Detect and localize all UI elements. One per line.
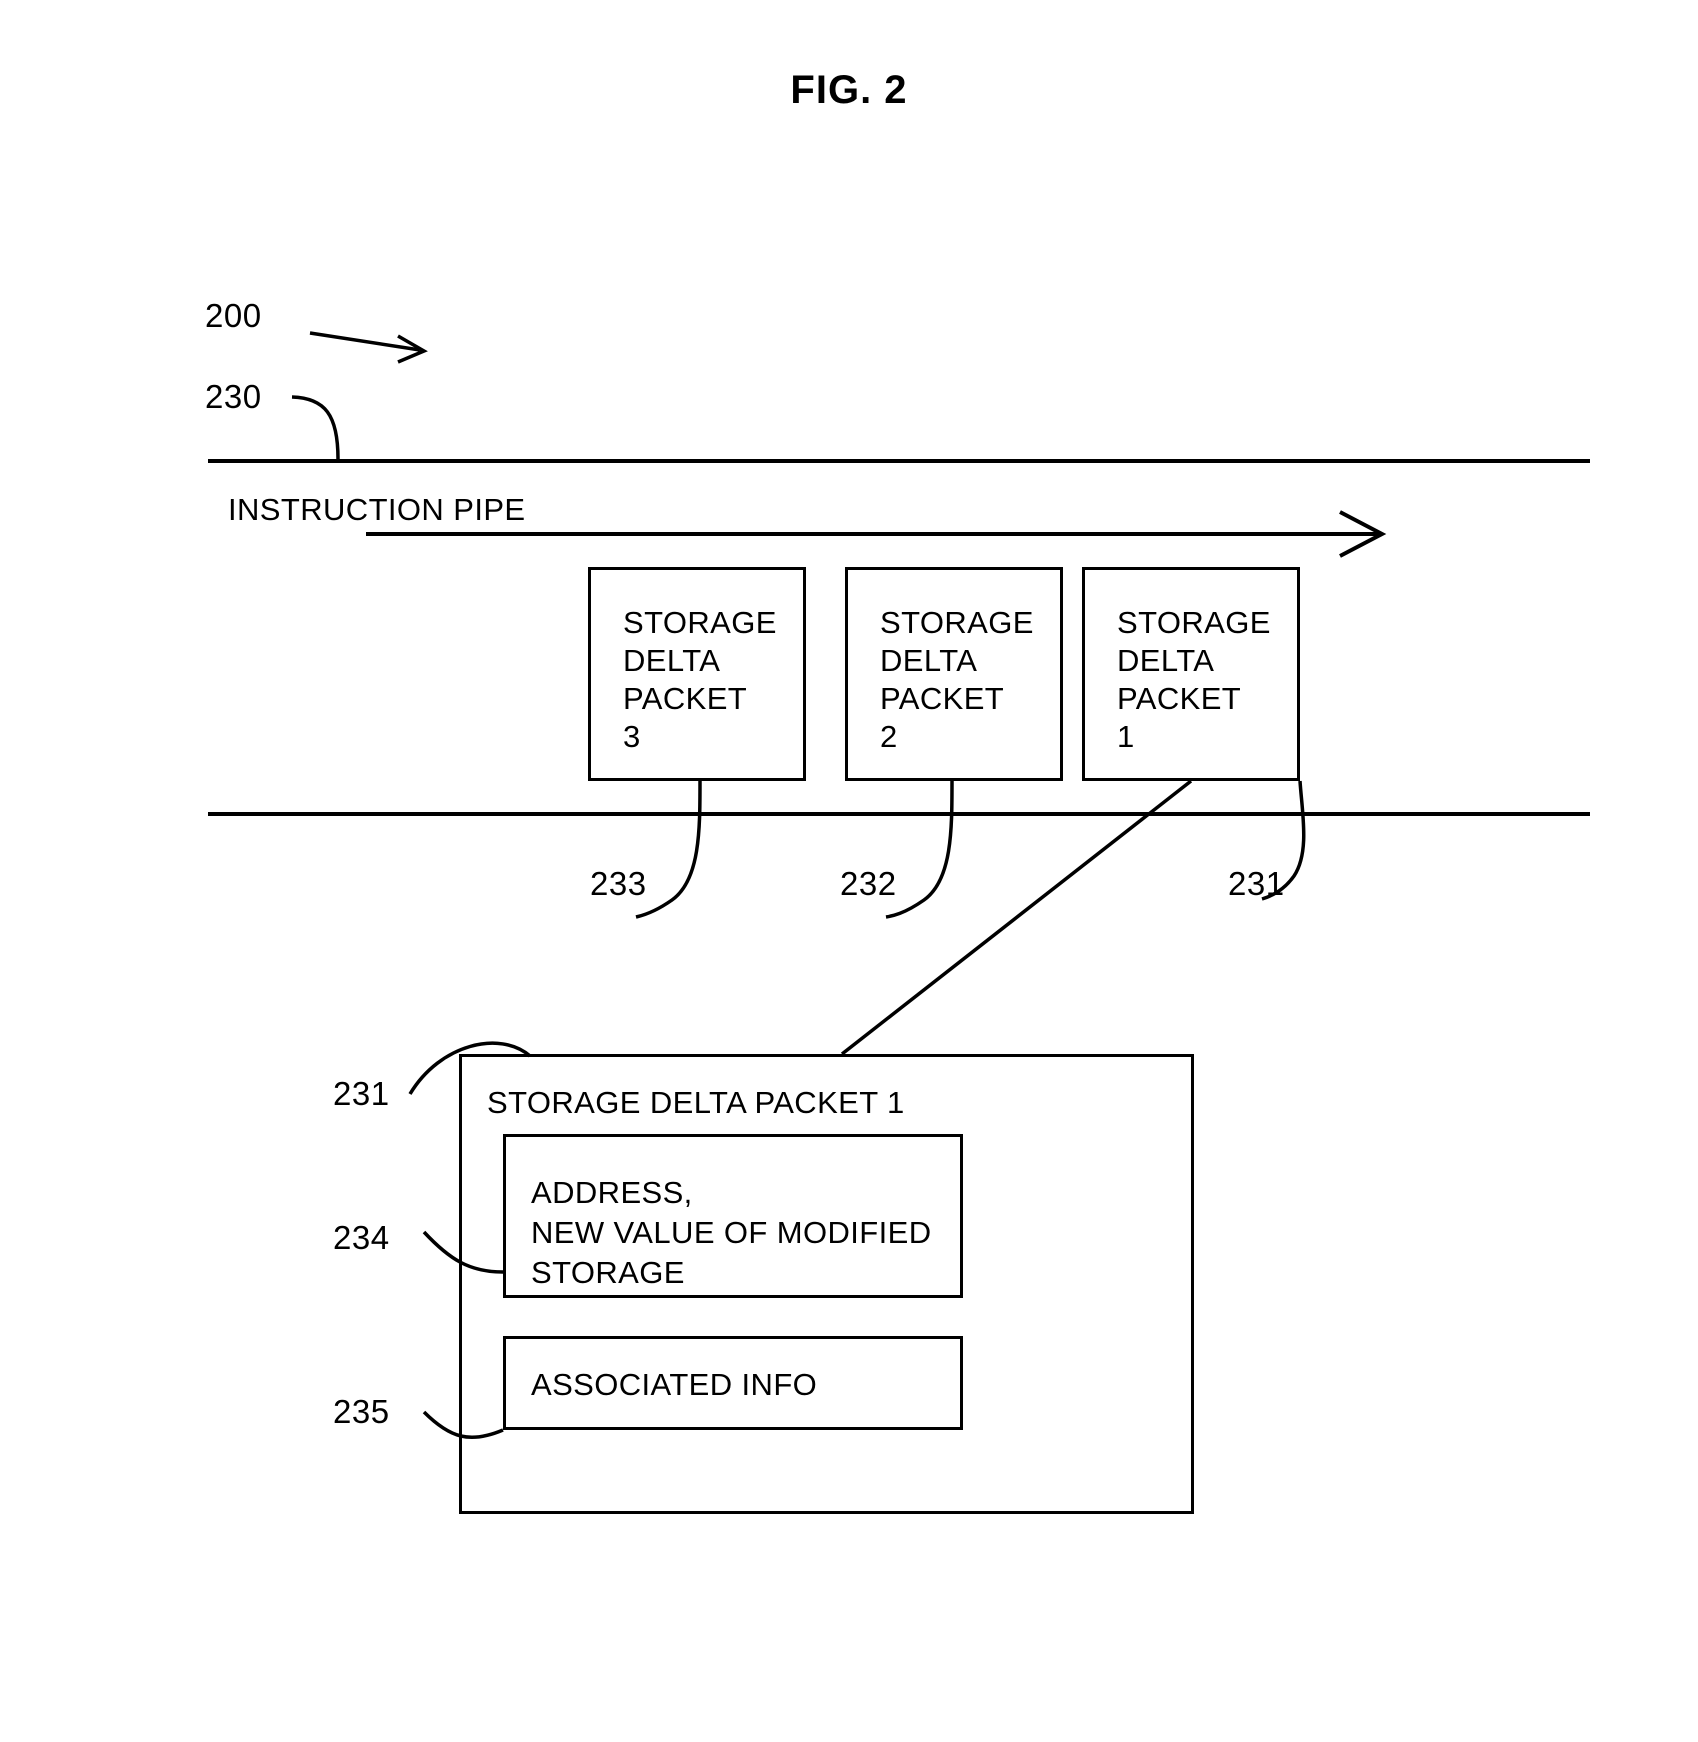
storage-delta-packet-2-box: STORAGE DELTA PACKET 2	[845, 567, 1063, 781]
ref-label-235: 235	[333, 1393, 390, 1430]
storage-delta-packet-1-box: STORAGE DELTA PACKET 1	[1082, 567, 1300, 781]
ref-label-231-detail: 231	[333, 1075, 390, 1112]
storage-delta-packet-2-label: STORAGE DELTA PACKET 2	[880, 605, 1034, 754]
ref-label-231: 231	[1228, 865, 1285, 902]
storage-delta-packet-3-label: STORAGE DELTA PACKET 3	[623, 605, 777, 754]
ref-label-232: 232	[840, 865, 897, 902]
ref-label-233: 233	[590, 865, 647, 902]
leader-line-230	[291, 395, 340, 460]
detail-box-title: STORAGE DELTA PACKET 1	[487, 1085, 905, 1120]
ref-label-234: 234	[333, 1219, 390, 1256]
patent-figure: FIG. 2 200 230 INSTRUCTION PIPE STORAGE …	[0, 0, 1698, 1742]
associated-info-field-text: ASSOCIATED INFO	[531, 1367, 818, 1402]
address-new-value-field-text: ADDRESS, NEW VALUE OF MODIFIED STORAGE	[531, 1175, 932, 1290]
associated-info-field-box: ASSOCIATED INFO	[503, 1336, 963, 1430]
instruction-pipe-label: INSTRUCTION PIPE	[228, 492, 526, 527]
storage-delta-packet-3-box: STORAGE DELTA PACKET 3	[588, 567, 806, 781]
storage-delta-packet-1-label: STORAGE DELTA PACKET 1	[1117, 605, 1271, 754]
figure-title: FIG. 2	[790, 68, 908, 112]
ref-label-200: 200	[205, 297, 262, 334]
system-pointer-arrow-icon	[309, 331, 428, 364]
address-new-value-field-box: ADDRESS, NEW VALUE OF MODIFIED STORAGE	[503, 1134, 963, 1298]
instruction-pipe-top-rule	[208, 459, 1590, 463]
instruction-pipe-bottom-rule	[208, 812, 1590, 816]
ref-label-230: 230	[205, 378, 262, 415]
callout-line-packet1-to-detail	[840, 779, 1193, 1056]
